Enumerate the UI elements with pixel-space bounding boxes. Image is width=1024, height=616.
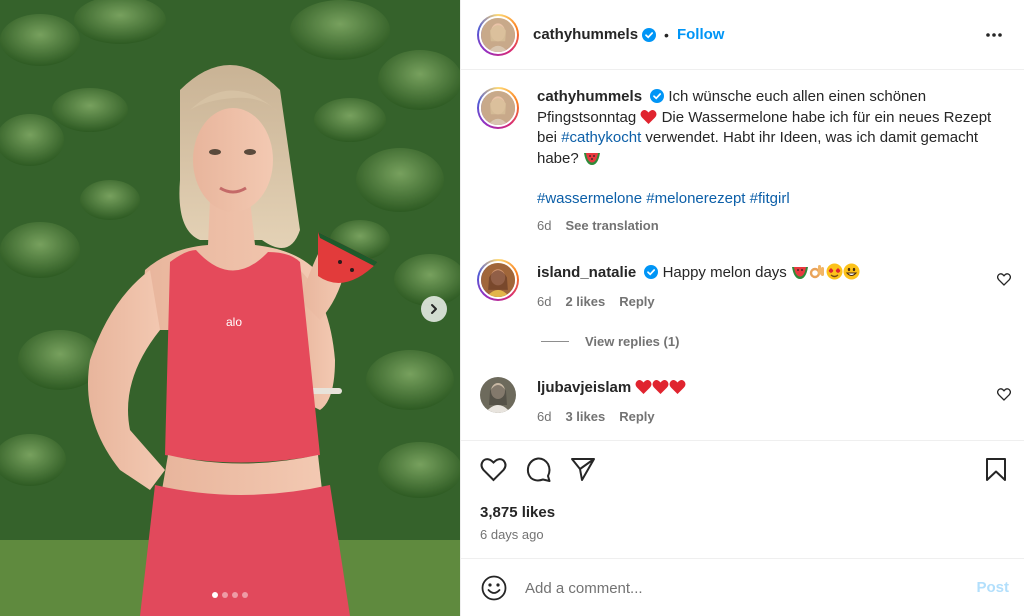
carousel-dot: [212, 592, 218, 598]
like-icon[interactable]: [480, 457, 507, 482]
view-replies-label: View replies (1): [585, 334, 680, 349]
post-photo: alo: [0, 0, 460, 616]
share-icon[interactable]: [570, 457, 596, 482]
comment-item: ljubavjeislam 6d 3 likes Reply: [477, 374, 1024, 434]
watermelon-icon: [583, 152, 600, 165]
commenter-avatar[interactable]: [477, 259, 519, 301]
likes-count[interactable]: 3,875 likes: [480, 504, 555, 521]
follow-button[interactable]: Follow: [677, 26, 725, 43]
post-media[interactable]: alo: [0, 0, 460, 616]
emoji-picker-icon[interactable]: [481, 575, 507, 601]
author-username[interactable]: cathyhummels: [533, 26, 638, 43]
avatar-image: [481, 17, 515, 52]
red-heart-icon: [635, 380, 652, 394]
comment-item: island_natalie Happy melon days 6d 2 lik…: [477, 259, 1024, 319]
comment-age: 6d: [537, 408, 552, 424]
caption-username[interactable]: cathyhummels: [537, 88, 642, 105]
avatar-image: [481, 91, 515, 125]
hashtag-link[interactable]: #wassermelone: [537, 190, 642, 207]
hashtag-link[interactable]: #melonerezept: [646, 190, 745, 207]
author-avatar[interactable]: [477, 13, 519, 56]
comment-body: island_natalie Happy melon days 6d 2 lik…: [537, 263, 997, 312]
carousel-indicators: [0, 592, 460, 598]
heart-eyes-icon: [826, 263, 843, 280]
comment-age: 6d: [537, 293, 552, 309]
red-heart-icon: [669, 380, 686, 394]
comment-input[interactable]: [525, 575, 945, 601]
view-replies-button[interactable]: View replies (1): [541, 334, 679, 349]
verified-badge-icon: [642, 27, 657, 42]
post-comment-button[interactable]: Post: [976, 579, 1009, 596]
grinning-face-icon: [843, 263, 860, 280]
caption-author-avatar[interactable]: [477, 87, 519, 129]
caption-item: cathyhummels Ich wünsche euch allen eine…: [477, 87, 991, 247]
commenter-avatar[interactable]: [480, 377, 516, 413]
see-translation-button[interactable]: See translation: [565, 216, 658, 237]
replies-divider-line: [541, 341, 569, 342]
separator-dot: •: [664, 26, 669, 43]
caption-body: cathyhummels Ich wünsche euch allen eine…: [537, 87, 997, 236]
carousel-dot: [222, 592, 228, 598]
red-heart-icon: [652, 380, 669, 394]
red-heart-icon: [640, 109, 657, 124]
comment-likes-count[interactable]: 3 likes: [565, 407, 605, 428]
carousel-next-button[interactable]: [421, 296, 447, 322]
carousel-dot: [232, 592, 238, 598]
caption-age: 6d: [537, 217, 552, 233]
comments-section[interactable]: cathyhummels Ich wünsche euch allen eine…: [461, 71, 1024, 439]
ok-hand-icon: [809, 265, 824, 279]
verified-badge-icon: [644, 265, 659, 279]
svg-text:alo: alo: [226, 315, 242, 329]
comment-body: ljubavjeislam 6d 3 likes Reply: [537, 378, 997, 427]
caption-meta: 6d See translation: [537, 216, 997, 237]
hashtag-link[interactable]: #cathykocht: [561, 129, 641, 146]
save-bookmark-icon[interactable]: [985, 457, 1007, 482]
post-actions: 3,875 likes 6 days ago: [461, 440, 1024, 558]
avatar-image: [480, 377, 516, 413]
comment-composer: Post: [461, 558, 1024, 616]
hashtag-list: #wassermelone #melonerezept #fitgirl: [537, 189, 997, 210]
more-options-icon[interactable]: [985, 26, 1003, 44]
watermelon-icon: [791, 267, 808, 279]
comment-likes-count[interactable]: 2 likes: [565, 292, 605, 313]
comment-username[interactable]: island_natalie: [537, 264, 636, 281]
avatar-image: [481, 263, 515, 297]
carousel-dot: [242, 592, 248, 598]
comment-icon[interactable]: [526, 457, 552, 483]
reply-button[interactable]: Reply: [619, 292, 654, 313]
comment-username[interactable]: ljubavjeislam: [537, 379, 631, 396]
post-timestamp: 6 days ago: [480, 527, 544, 542]
comment-text: Happy melon days: [662, 264, 787, 281]
reply-button[interactable]: Reply: [619, 407, 654, 428]
hashtag-link[interactable]: #fitgirl: [750, 190, 790, 207]
verified-badge-icon: [650, 89, 665, 103]
chevron-right-icon: [431, 304, 437, 314]
comment-meta: 6d 3 likes Reply: [537, 407, 997, 428]
comment-meta: 6d 2 likes Reply: [537, 292, 997, 313]
like-comment-icon[interactable]: [997, 273, 1011, 286]
post-header: cathyhummels • Follow: [461, 0, 1024, 70]
post-panel: cathyhummels • Follow cathyhummels Ich w…: [460, 0, 1024, 616]
like-comment-icon[interactable]: [997, 388, 1011, 401]
